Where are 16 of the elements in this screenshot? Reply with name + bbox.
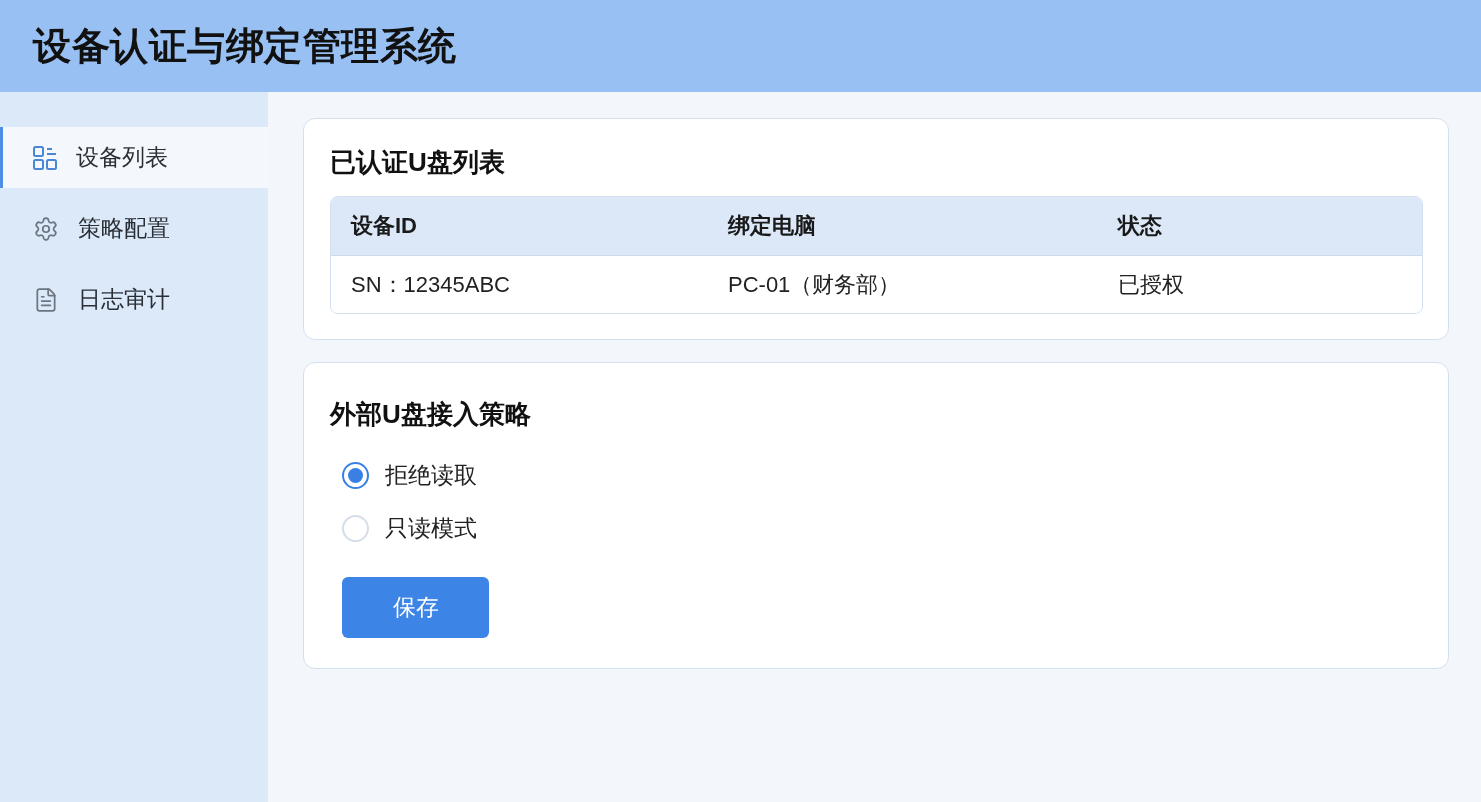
card-title: 外部U盘接入策略: [330, 398, 531, 431]
column-header: 状态: [1098, 197, 1422, 256]
sidebar-item[interactable]: 设备列表: [0, 127, 268, 188]
radio-label: 拒绝读取: [385, 461, 477, 490]
save-button[interactable]: 保存: [342, 577, 489, 638]
radio-button[interactable]: [342, 462, 369, 489]
column-header: 绑定电脑: [708, 197, 1098, 256]
card-title: 已认证U盘列表: [330, 146, 505, 179]
app-title: 设备认证与绑定管理系统: [33, 23, 457, 69]
radio-label: 只读模式: [385, 514, 477, 543]
sidebar-item[interactable]: 日志审计: [0, 269, 268, 330]
sidebar-item[interactable]: 策略配置: [0, 198, 268, 259]
settings-icon: [33, 215, 59, 242]
document-icon: [33, 286, 59, 313]
column-header: 设备ID: [331, 197, 708, 256]
grid-icon: [33, 145, 57, 170]
